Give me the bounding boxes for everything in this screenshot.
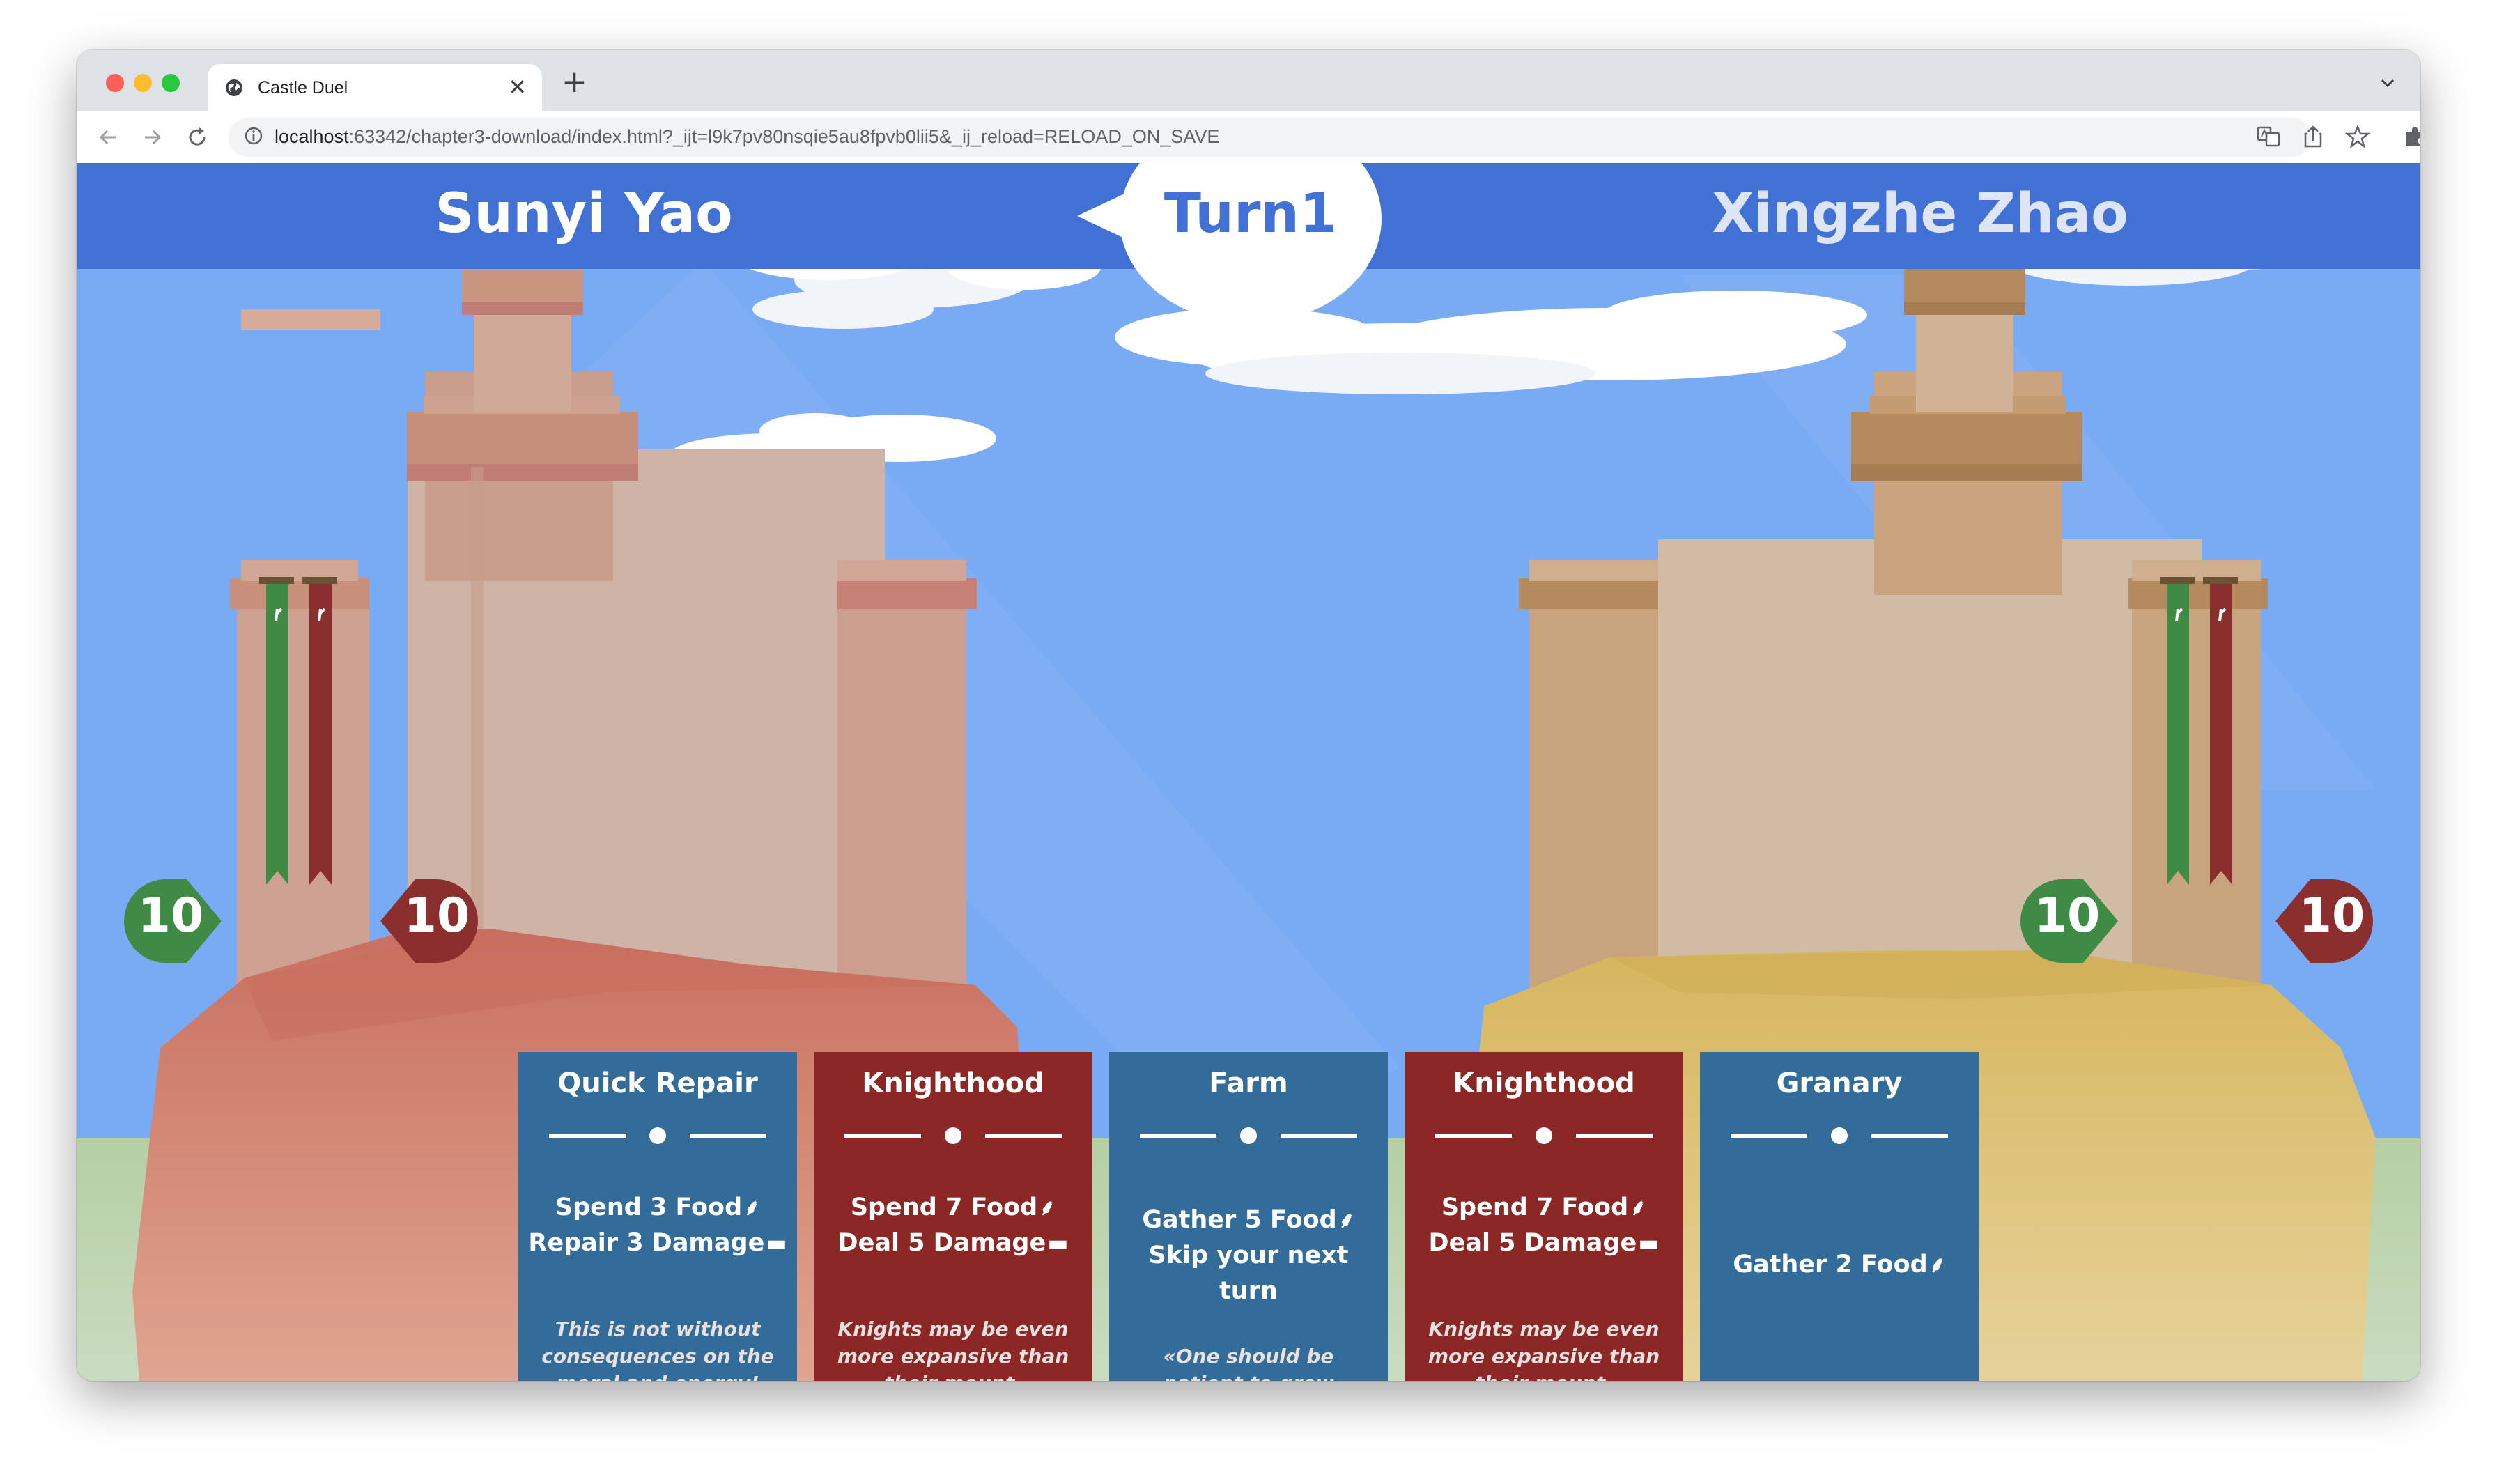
bookmark-star-icon[interactable] bbox=[2345, 124, 2370, 149]
food-banner bbox=[266, 584, 288, 885]
card-granary[interactable]: Granary Gather 2 Food⸙ bbox=[1700, 1052, 1979, 1381]
close-window-button[interactable] bbox=[106, 74, 124, 92]
minimize-window-button[interactable] bbox=[134, 74, 152, 92]
close-tab-icon[interactable]: ✕ bbox=[508, 74, 527, 100]
food-count-right: 10 bbox=[2034, 888, 2101, 943]
new-tab-button[interactable]: + bbox=[562, 64, 587, 100]
food-count-left: 10 bbox=[137, 888, 204, 943]
browser-window: Castle Duel ✕ + localhost:63342/chapter3… bbox=[77, 50, 2420, 1381]
back-arrow-icon[interactable] bbox=[96, 125, 120, 149]
wheat-icon: ⸙ bbox=[1039, 1194, 1056, 1221]
player-name-left: Sunyi Yao bbox=[435, 183, 733, 245]
address-bar[interactable]: localhost:63342/chapter3-download/index.… bbox=[229, 118, 2312, 157]
maximize-window-button[interactable] bbox=[162, 74, 180, 92]
globe-icon bbox=[226, 79, 242, 96]
extensions-icon[interactable] bbox=[2402, 124, 2420, 149]
card-flavor-text: Knights may be even more expansive than … bbox=[1428, 1317, 1660, 1381]
card-title: Knighthood bbox=[862, 1067, 1044, 1099]
forward-arrow-icon[interactable] bbox=[141, 125, 164, 149]
wheat-icon: ⸙ bbox=[1338, 1207, 1355, 1233]
wheat-icon: ⸙ bbox=[1630, 1194, 1647, 1221]
card-separator bbox=[1731, 1127, 1948, 1144]
share-icon[interactable] bbox=[2301, 124, 2326, 149]
card-separator bbox=[549, 1127, 766, 1144]
tab-title: Castle Duel bbox=[258, 78, 348, 98]
wheat-icon: ⸙ bbox=[743, 1194, 761, 1221]
card-separator bbox=[844, 1127, 1062, 1144]
food-banner bbox=[2167, 584, 2189, 885]
card-title: Knighthood bbox=[1453, 1067, 1635, 1099]
card-title: Granary bbox=[1776, 1067, 1903, 1099]
game-area: Sunyi Yao Xingzhe Zhao Turn1 10 10 10 10… bbox=[77, 163, 2420, 1381]
card-knighthood[interactable]: Knighthood Spend 7 Food⸙ Deal 5 Damage▬ … bbox=[1405, 1052, 1683, 1381]
info-icon[interactable] bbox=[244, 126, 263, 146]
browser-tab[interactable]: Castle Duel ✕ bbox=[208, 64, 542, 111]
url-text[interactable]: localhost:63342/chapter3-download/index.… bbox=[275, 126, 1219, 148]
card-title: Quick Repair bbox=[557, 1067, 758, 1099]
card-separator bbox=[1435, 1127, 1653, 1144]
health-count-right: 10 bbox=[2298, 888, 2365, 943]
wheat-icon: ⸙ bbox=[1928, 1251, 1946, 1278]
card-quick-repair[interactable]: Quick Repair Spend 3 Food⸙ Repair 3 Dama… bbox=[518, 1052, 797, 1381]
bricks-icon: ▬ bbox=[1638, 1230, 1660, 1256]
health-banner bbox=[309, 584, 332, 885]
bricks-icon: ▬ bbox=[1047, 1230, 1069, 1256]
translate-icon[interactable] bbox=[2256, 124, 2281, 149]
card-description: Gather 5 Food⸙ Skip your next turn bbox=[1142, 1206, 1355, 1305]
card-flavor-text: Knights may be even more expansive than … bbox=[837, 1317, 1069, 1381]
health-banner bbox=[2210, 584, 2232, 885]
chevron-down-icon[interactable] bbox=[2379, 74, 2397, 92]
tab-strip: Castle Duel ✕ + bbox=[77, 50, 2420, 111]
card-description: Gather 2 Food⸙ bbox=[1733, 1251, 1946, 1278]
bricks-icon: ▬ bbox=[766, 1230, 787, 1256]
card-description: Spend 7 Food⸙ Deal 5 Damage▬ bbox=[837, 1193, 1069, 1257]
player-name-right: Xingzhe Zhao bbox=[1712, 183, 2128, 245]
card-separator bbox=[1140, 1127, 1357, 1144]
card-description: Spend 3 Food⸙ Repair 3 Damage▬ bbox=[528, 1193, 787, 1257]
health-count-left: 10 bbox=[403, 888, 470, 943]
browser-toolbar: localhost:63342/chapter3-download/index.… bbox=[77, 111, 2420, 164]
card-knighthood[interactable]: Knighthood Spend 7 Food⸙ Deal 5 Damage▬ … bbox=[814, 1052, 1092, 1381]
reload-icon[interactable] bbox=[185, 125, 209, 149]
card-title: Farm bbox=[1209, 1067, 1288, 1099]
card-flavor-text: «One should be patient to grow crops.» bbox=[1163, 1345, 1334, 1381]
card-description: Spend 7 Food⸙ Deal 5 Damage▬ bbox=[1428, 1193, 1660, 1257]
card-farm[interactable]: Farm Gather 5 Food⸙ Skip your next turn … bbox=[1109, 1052, 1388, 1381]
turn-indicator: Turn1 bbox=[1164, 183, 1338, 245]
card-flavor-text: This is not without consequences on the … bbox=[541, 1317, 774, 1381]
